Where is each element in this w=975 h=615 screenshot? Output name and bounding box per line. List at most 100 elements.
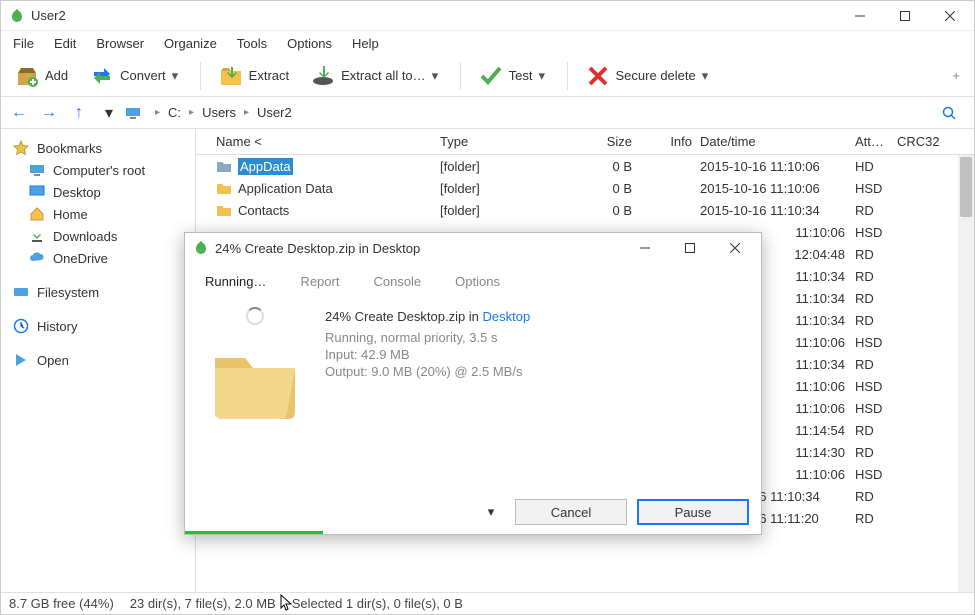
nav-forward[interactable]: → [35, 99, 63, 127]
disk-extract-icon [311, 64, 335, 88]
folder-icon [216, 202, 232, 218]
dialog-close[interactable] [712, 234, 757, 262]
toolbar-plus[interactable]: + [942, 58, 970, 94]
sidebar-item-filesystem[interactable]: Filesystem [11, 281, 189, 303]
chevron-down-icon[interactable]: ▾ [172, 68, 182, 84]
tab-options[interactable]: Options [455, 274, 500, 289]
col-type[interactable]: Type [436, 134, 556, 149]
cancel-button[interactable]: Cancel [515, 499, 627, 525]
chevron-down-icon[interactable]: ▾ [95, 99, 123, 127]
extract-label: Extract [249, 68, 289, 83]
menu-organize[interactable]: Organize [156, 34, 225, 53]
crumb-drive[interactable]: C: [168, 105, 181, 120]
sidebar-item-desktop[interactable]: Desktop [27, 181, 189, 203]
computer-icon[interactable] [125, 105, 141, 121]
col-size[interactable]: Size [556, 134, 636, 149]
progress-dialog: 24% Create Desktop.zip in Desktop Runnin… [184, 232, 762, 535]
menu-help[interactable]: Help [344, 34, 387, 53]
menu-browser[interactable]: Browser [88, 34, 152, 53]
dialog-maximize[interactable] [667, 234, 712, 262]
status-line-1: Running, normal priority, 3.5 s [325, 330, 530, 345]
play-icon [13, 352, 29, 368]
extract-button[interactable]: Extract [209, 58, 299, 94]
dialog-body: 24% Create Desktop.zip in Desktop Runnin… [185, 299, 761, 490]
clock-icon [13, 318, 29, 334]
menu-options[interactable]: Options [279, 34, 340, 53]
col-att[interactable]: Att… [851, 134, 893, 149]
convert-button[interactable]: Convert ▾ [80, 58, 192, 94]
desktop-icon [29, 184, 45, 200]
box-add-icon [15, 64, 39, 88]
divider [460, 62, 461, 90]
status-selected: Selected 1 dir(s), 0 file(s), 0 B [292, 596, 463, 611]
test-button[interactable]: Test ▾ [469, 58, 559, 94]
maximize-button[interactable] [882, 2, 927, 30]
status-line-3: Output: 9.0 MB (20%) @ 2.5 MB/s [325, 364, 530, 379]
pause-button[interactable]: Pause [637, 499, 749, 525]
menubar: File Edit Browser Organize Tools Options… [1, 31, 974, 55]
add-label: Add [45, 68, 68, 83]
sidebar-item-open[interactable]: Open [11, 349, 189, 371]
folder-extract-icon [219, 64, 243, 88]
col-date[interactable]: Date/time [696, 134, 851, 149]
chevron-down-icon[interactable]: ▾ [483, 504, 499, 520]
app-icon [9, 8, 25, 24]
folder-icon [216, 180, 232, 196]
download-icon [29, 228, 45, 244]
table-row[interactable]: Contacts[folder]0 B2015-10-16 11:10:34RD [196, 199, 974, 221]
sidebar-item-home[interactable]: Home [27, 203, 189, 225]
tab-running[interactable]: Running… [205, 274, 266, 289]
search-icon[interactable] [942, 106, 970, 120]
star-icon [13, 140, 29, 156]
nav-up[interactable]: ↑ [65, 99, 93, 127]
folder-icon [216, 158, 232, 174]
col-info[interactable]: Info [636, 134, 696, 149]
extract-all-button[interactable]: Extract all to… ▾ [301, 58, 452, 94]
drive-icon [13, 284, 29, 300]
breadcrumb[interactable]: ▸C: ▸Users ▸User2 [143, 105, 940, 120]
sidebar-item-downloads[interactable]: Downloads [27, 225, 189, 247]
col-name[interactable]: Name < [196, 134, 436, 149]
dialog-titlebar: 24% Create Desktop.zip in Desktop [185, 233, 761, 263]
menu-file[interactable]: File [5, 34, 42, 53]
test-label: Test [509, 68, 533, 83]
sidebar-item-onedrive[interactable]: OneDrive [27, 247, 189, 269]
tab-report[interactable]: Report [300, 274, 339, 289]
status-counts: 23 dir(s), 7 file(s), 2.0 MB [130, 596, 276, 611]
col-crc[interactable]: CRC32 [893, 134, 953, 149]
divider [200, 62, 201, 90]
scrollbar[interactable] [958, 155, 974, 592]
tab-console[interactable]: Console [373, 274, 421, 289]
add-button[interactable]: Add [5, 58, 78, 94]
home-icon [29, 206, 45, 222]
dialog-minimize[interactable] [622, 234, 667, 262]
chevron-down-icon[interactable]: ▾ [702, 68, 712, 84]
sidebar-item-bookmarks[interactable]: Bookmarks [11, 137, 189, 159]
mouse-cursor [280, 594, 294, 612]
dialog-tabs: Running… Report Console Options [185, 263, 761, 299]
sidebar-item-computer-root[interactable]: Computer's root [27, 159, 189, 181]
divider [567, 62, 568, 90]
extract-all-label: Extract all to… [341, 68, 426, 83]
menu-tools[interactable]: Tools [229, 34, 275, 53]
folder-large-icon [205, 333, 305, 433]
app-icon [193, 240, 209, 256]
minimize-button[interactable] [837, 2, 882, 30]
secure-delete-button[interactable]: Secure delete ▾ [576, 58, 722, 94]
menu-edit[interactable]: Edit [46, 34, 84, 53]
crumb-users[interactable]: Users [202, 105, 236, 120]
convert-icon [90, 64, 114, 88]
spinner-icon [246, 307, 264, 325]
column-headers: Name < Type Size Info Date/time Att… CRC… [196, 129, 974, 155]
nav-back[interactable]: ← [5, 99, 33, 127]
titlebar: User2 [1, 1, 974, 31]
chevron-down-icon[interactable]: ▾ [432, 68, 442, 84]
crumb-user2[interactable]: User2 [257, 105, 292, 120]
destination-link[interactable]: Desktop [483, 309, 531, 324]
chevron-down-icon[interactable]: ▾ [539, 68, 549, 84]
sidebar-item-history[interactable]: History [11, 315, 189, 337]
statusbar: 8.7 GB free (44%) 23 dir(s), 7 file(s), … [1, 592, 974, 614]
close-button[interactable] [927, 2, 972, 30]
table-row[interactable]: Application Data[folder]0 B2015-10-16 11… [196, 177, 974, 199]
table-row[interactable]: AppData[folder]0 B2015-10-16 11:10:06HD [196, 155, 974, 177]
